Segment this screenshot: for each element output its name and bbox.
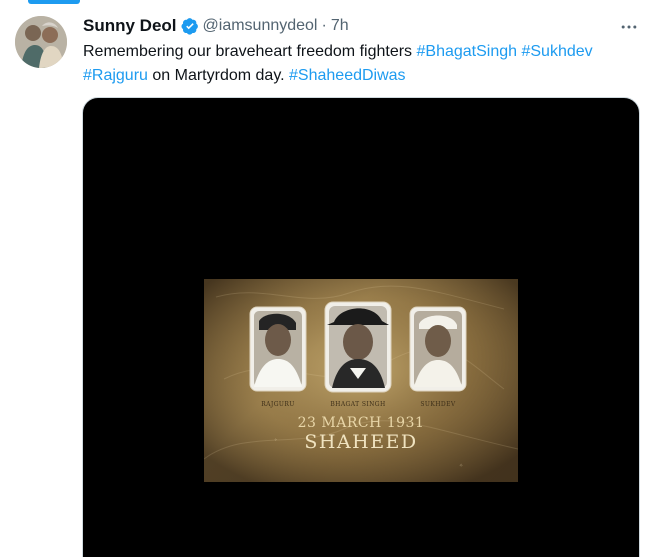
tweet-header: Sunny Deol @iamsunnydeol · 7h: [83, 15, 349, 37]
hashtag-rajguru[interactable]: #Rajguru: [83, 67, 148, 84]
svg-text:✧: ✧: [459, 463, 463, 469]
poster-title: SHAHEED: [304, 431, 418, 453]
portrait-label-sukhdev: SUKHDEV: [420, 401, 456, 408]
portrait-sukhdev-frame: [409, 306, 467, 392]
more-horizontal-icon: [621, 25, 637, 29]
tweet-text-intro: Remembering our braveheart freedom fight…: [83, 43, 417, 60]
portrait-label-bhagat-singh: BHAGAT SINGH: [330, 401, 386, 408]
avatar[interactable]: [15, 16, 67, 68]
tweet-page: Sunny Deol @iamsunnydeol · 7h Rememberin…: [0, 0, 655, 557]
portrait-rajguru-frame: [249, 306, 307, 392]
separator-dot: ·: [321, 17, 327, 34]
portrait-bhagat-singh-frame: [324, 301, 392, 393]
more-options-button[interactable]: [614, 12, 644, 42]
tweet-text-middle: on Martyrdom day.: [147, 67, 290, 84]
verified-badge-icon: [180, 17, 199, 35]
hashtag-shaheeddiwas[interactable]: #ShaheedDiwas: [289, 67, 406, 84]
author-name[interactable]: Sunny Deol: [83, 16, 177, 36]
hashtag-sukhdev[interactable]: #Sukhdev: [521, 43, 592, 60]
timestamp[interactable]: 7h: [331, 17, 349, 35]
hashtag-bhagatsingh[interactable]: #BhagatSingh: [417, 43, 518, 60]
media-card[interactable]: ✧ ✧ RAJGURU BHAGAT SINGH SUKHDEV 23 MARC…: [82, 97, 640, 557]
author-handle[interactable]: @iamsunnydeol: [203, 17, 318, 35]
avatar-image: [15, 16, 67, 68]
tweet-text: Remembering our braveheart freedom fight…: [83, 40, 643, 88]
poster-date: 23 MARCH 1931: [297, 415, 425, 431]
portrait-label-rajguru: RAJGURU: [261, 401, 295, 408]
media-image[interactable]: ✧ ✧ RAJGURU BHAGAT SINGH SUKHDEV 23 MARC…: [204, 279, 518, 482]
active-tab-indicator: [28, 0, 80, 4]
